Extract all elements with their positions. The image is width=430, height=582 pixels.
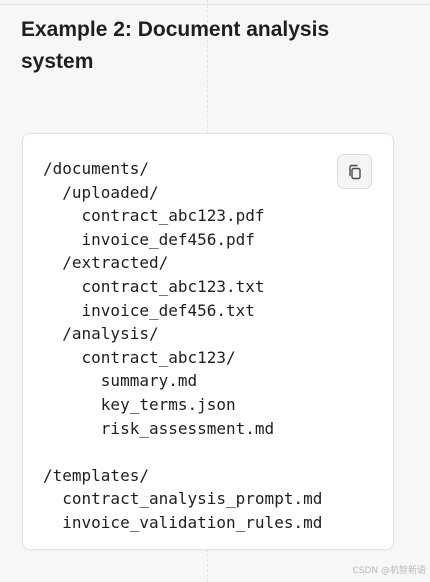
- code-line: contract_abc123.pdf: [43, 206, 265, 226]
- code-line: contract_analysis_prompt.md: [43, 489, 323, 509]
- top-divider: [0, 4, 430, 5]
- copy-code-button[interactable]: [337, 154, 372, 189]
- code-line: invoice_def456.txt: [43, 300, 255, 320]
- copy-icon: [346, 163, 364, 181]
- code-line: key_terms.json: [43, 394, 236, 414]
- code-line: /uploaded/: [43, 182, 159, 202]
- code-line: contract_abc123/: [43, 347, 236, 367]
- code-line: risk_assessment.md: [43, 418, 275, 438]
- code-line: /documents/: [43, 159, 149, 178]
- code-line: contract_abc123.txt: [43, 276, 265, 296]
- code-line: /analysis/: [43, 324, 159, 344]
- section-heading: Example 2: Document analysis system: [21, 18, 330, 73]
- code-line: invoice_validation_rules.md: [43, 512, 323, 532]
- code-line: invoice_def456.pdf: [43, 229, 255, 249]
- code-line: /extracted/: [43, 253, 169, 273]
- code-line: summary.md: [43, 371, 198, 391]
- code-block-card: /documents/ /uploaded/ contract_abc123.p…: [22, 133, 394, 550]
- watermark: CSDN @机智新语: [352, 566, 426, 576]
- code-line: /templates/: [43, 465, 149, 485]
- directory-tree-code: /documents/ /uploaded/ contract_abc123.p…: [43, 157, 322, 535]
